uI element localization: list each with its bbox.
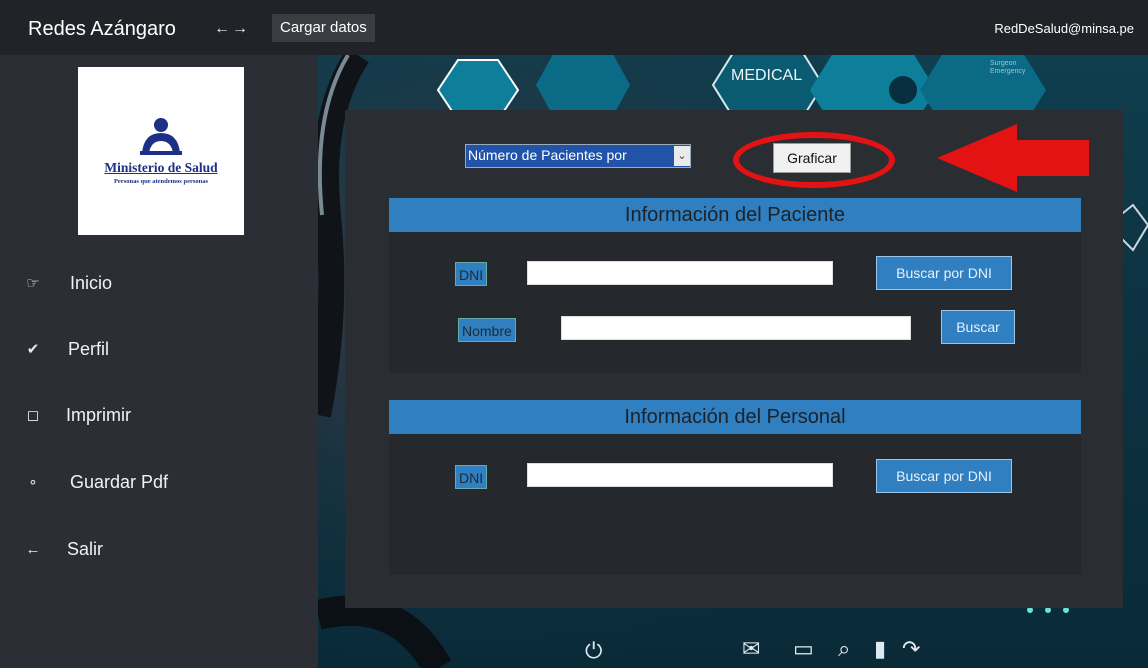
red-arrow-icon xyxy=(937,124,1089,192)
sidebar-item-label: Inicio xyxy=(70,273,113,293)
phone-icon: ↷ xyxy=(902,636,921,661)
sidebar-item-imprimir[interactable]: ◻ Imprimir xyxy=(0,393,318,439)
staff-dni-label: DNI xyxy=(455,465,488,489)
patient-name-label: Nombre xyxy=(458,318,516,342)
patient-dni-label: DNI xyxy=(455,262,488,286)
staff-search-dni-button[interactable]: Buscar por DNI xyxy=(876,459,1012,493)
top-bar: Redes Azángaro ←→ Cargar datos RedDeSalu… xyxy=(0,0,1148,55)
power-icon: ⏻ xyxy=(585,638,603,663)
svg-text:Surgeon: Surgeon xyxy=(990,60,1017,67)
patient-search-button[interactable]: Buscar xyxy=(941,310,1015,344)
patient-search-dni-button[interactable]: Buscar por DNI xyxy=(876,256,1012,290)
sidebar-item-inicio[interactable]: ☞ Inicio xyxy=(0,261,318,307)
sidebar-item-label: Imprimir xyxy=(66,405,131,425)
mail-icon: ✉ xyxy=(742,636,761,661)
load-data-button[interactable]: Cargar datos xyxy=(272,14,375,42)
profile-icon: ✔ xyxy=(26,341,40,358)
sidebar-item-salir[interactable]: ← Salir xyxy=(0,527,318,573)
medical-label: MEDICAL xyxy=(731,67,802,84)
patient-dni-field[interactable] xyxy=(527,261,833,285)
ministry-emblem-icon xyxy=(140,118,182,155)
svg-text:Emergency: Emergency xyxy=(990,68,1026,75)
staff-section-title: Información del Personal xyxy=(389,400,1081,434)
back-forward-arrows-icon[interactable]: ←→ xyxy=(214,20,250,38)
logo-subtitle: Personas que atendemos personas xyxy=(113,178,209,185)
chevron-down-icon[interactable]: ⌄ xyxy=(674,146,690,166)
print-icon: ◻ xyxy=(26,407,40,424)
patient-section-title: Información del Paciente xyxy=(389,198,1081,232)
sidebar-item-guardar-pdf[interactable]: ∘ Guardar Pdf xyxy=(0,460,318,506)
graph-type-select[interactable]: Número de Pacientes por xyxy=(465,144,691,168)
sidebar-item-perfil[interactable]: ✔ Perfil xyxy=(0,327,318,373)
user-email: RedDeSalud@minsa.pe xyxy=(994,21,1134,36)
save-pdf-icon: ∘ xyxy=(28,474,38,491)
patient-info-section: Información del Paciente DNI Buscar por … xyxy=(389,198,1081,373)
exit-arrow-icon: ← xyxy=(25,541,41,558)
sidebar: Ministerio de Salud Personas que atendem… xyxy=(0,55,318,668)
pointing-hand-icon: ☞ xyxy=(26,275,40,292)
staff-info-section: Información del Personal DNI Buscar por … xyxy=(389,400,1081,575)
sidebar-item-label: Perfil xyxy=(68,339,110,359)
sidebar-item-label: Guardar Pdf xyxy=(70,472,169,492)
app-title: Redes Azángaro xyxy=(28,18,176,40)
staff-dni-field[interactable] xyxy=(527,463,833,487)
search-icon: ⌕ xyxy=(838,636,851,661)
sidebar-item-label: Salir xyxy=(67,539,104,559)
monitor-icon: ▭ xyxy=(793,636,814,661)
highlight-ellipse xyxy=(733,132,895,188)
patient-name-field[interactable] xyxy=(561,316,911,340)
logo-title: Ministerio de Salud xyxy=(104,160,218,175)
battery-icon: ▮ xyxy=(874,636,887,661)
ministry-logo: Ministerio de Salud Personas que atendem… xyxy=(78,67,244,235)
